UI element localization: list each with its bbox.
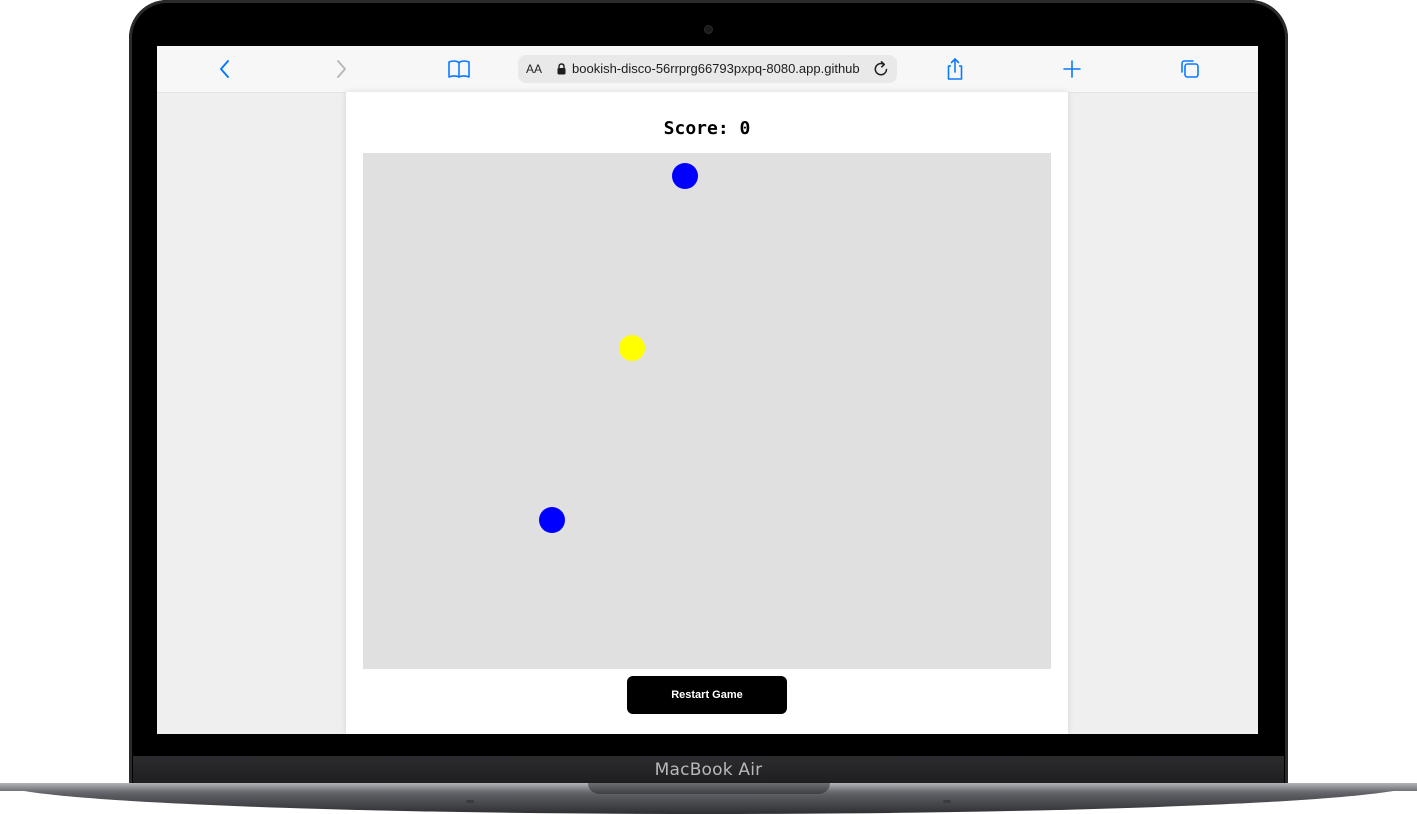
url-text: bookish-disco-56rrprg66793pxpq-8080.app.… xyxy=(572,61,860,76)
address-bar[interactable]: AA bookish-disco-56rrprg66793pxpq-8080.a… xyxy=(518,55,897,83)
bookmarks-button[interactable] xyxy=(446,56,472,82)
blue-ball-bottom xyxy=(539,507,565,533)
restart-game-button[interactable]: Restart Game xyxy=(627,676,787,714)
game-area[interactable] xyxy=(363,153,1051,669)
chevron-left-icon xyxy=(220,60,229,78)
laptop-foot xyxy=(466,800,474,803)
share-button[interactable] xyxy=(942,56,968,82)
laptop-foot xyxy=(943,800,951,803)
book-icon xyxy=(448,60,470,78)
browser-toolbar: AA bookish-disco-56rrprg66793pxpq-8080.a… xyxy=(157,46,1258,93)
laptop-notch xyxy=(588,783,830,794)
lock-icon xyxy=(557,63,566,75)
new-tab-button[interactable] xyxy=(1059,56,1085,82)
tabs-icon xyxy=(1181,60,1199,78)
score-display: Score: 0 xyxy=(663,118,751,139)
share-icon xyxy=(947,58,963,80)
tabs-overview-button[interactable] xyxy=(1177,56,1203,82)
camera-icon xyxy=(705,26,712,33)
plus-icon xyxy=(1063,60,1081,78)
browser-screen: AA bookish-disco-56rrprg66793pxpq-8080.a… xyxy=(157,46,1258,734)
yellow-ball xyxy=(619,335,645,361)
text-size-button[interactable]: AA xyxy=(526,55,542,83)
model-label: MacBook Air xyxy=(654,760,763,780)
forward-button[interactable] xyxy=(328,56,354,82)
blue-ball-top xyxy=(672,163,698,189)
chevron-right-icon xyxy=(337,60,346,78)
back-button[interactable] xyxy=(212,56,238,82)
game-page: Score: 0 Restart Game xyxy=(346,92,1068,734)
reload-icon[interactable] xyxy=(872,60,890,78)
